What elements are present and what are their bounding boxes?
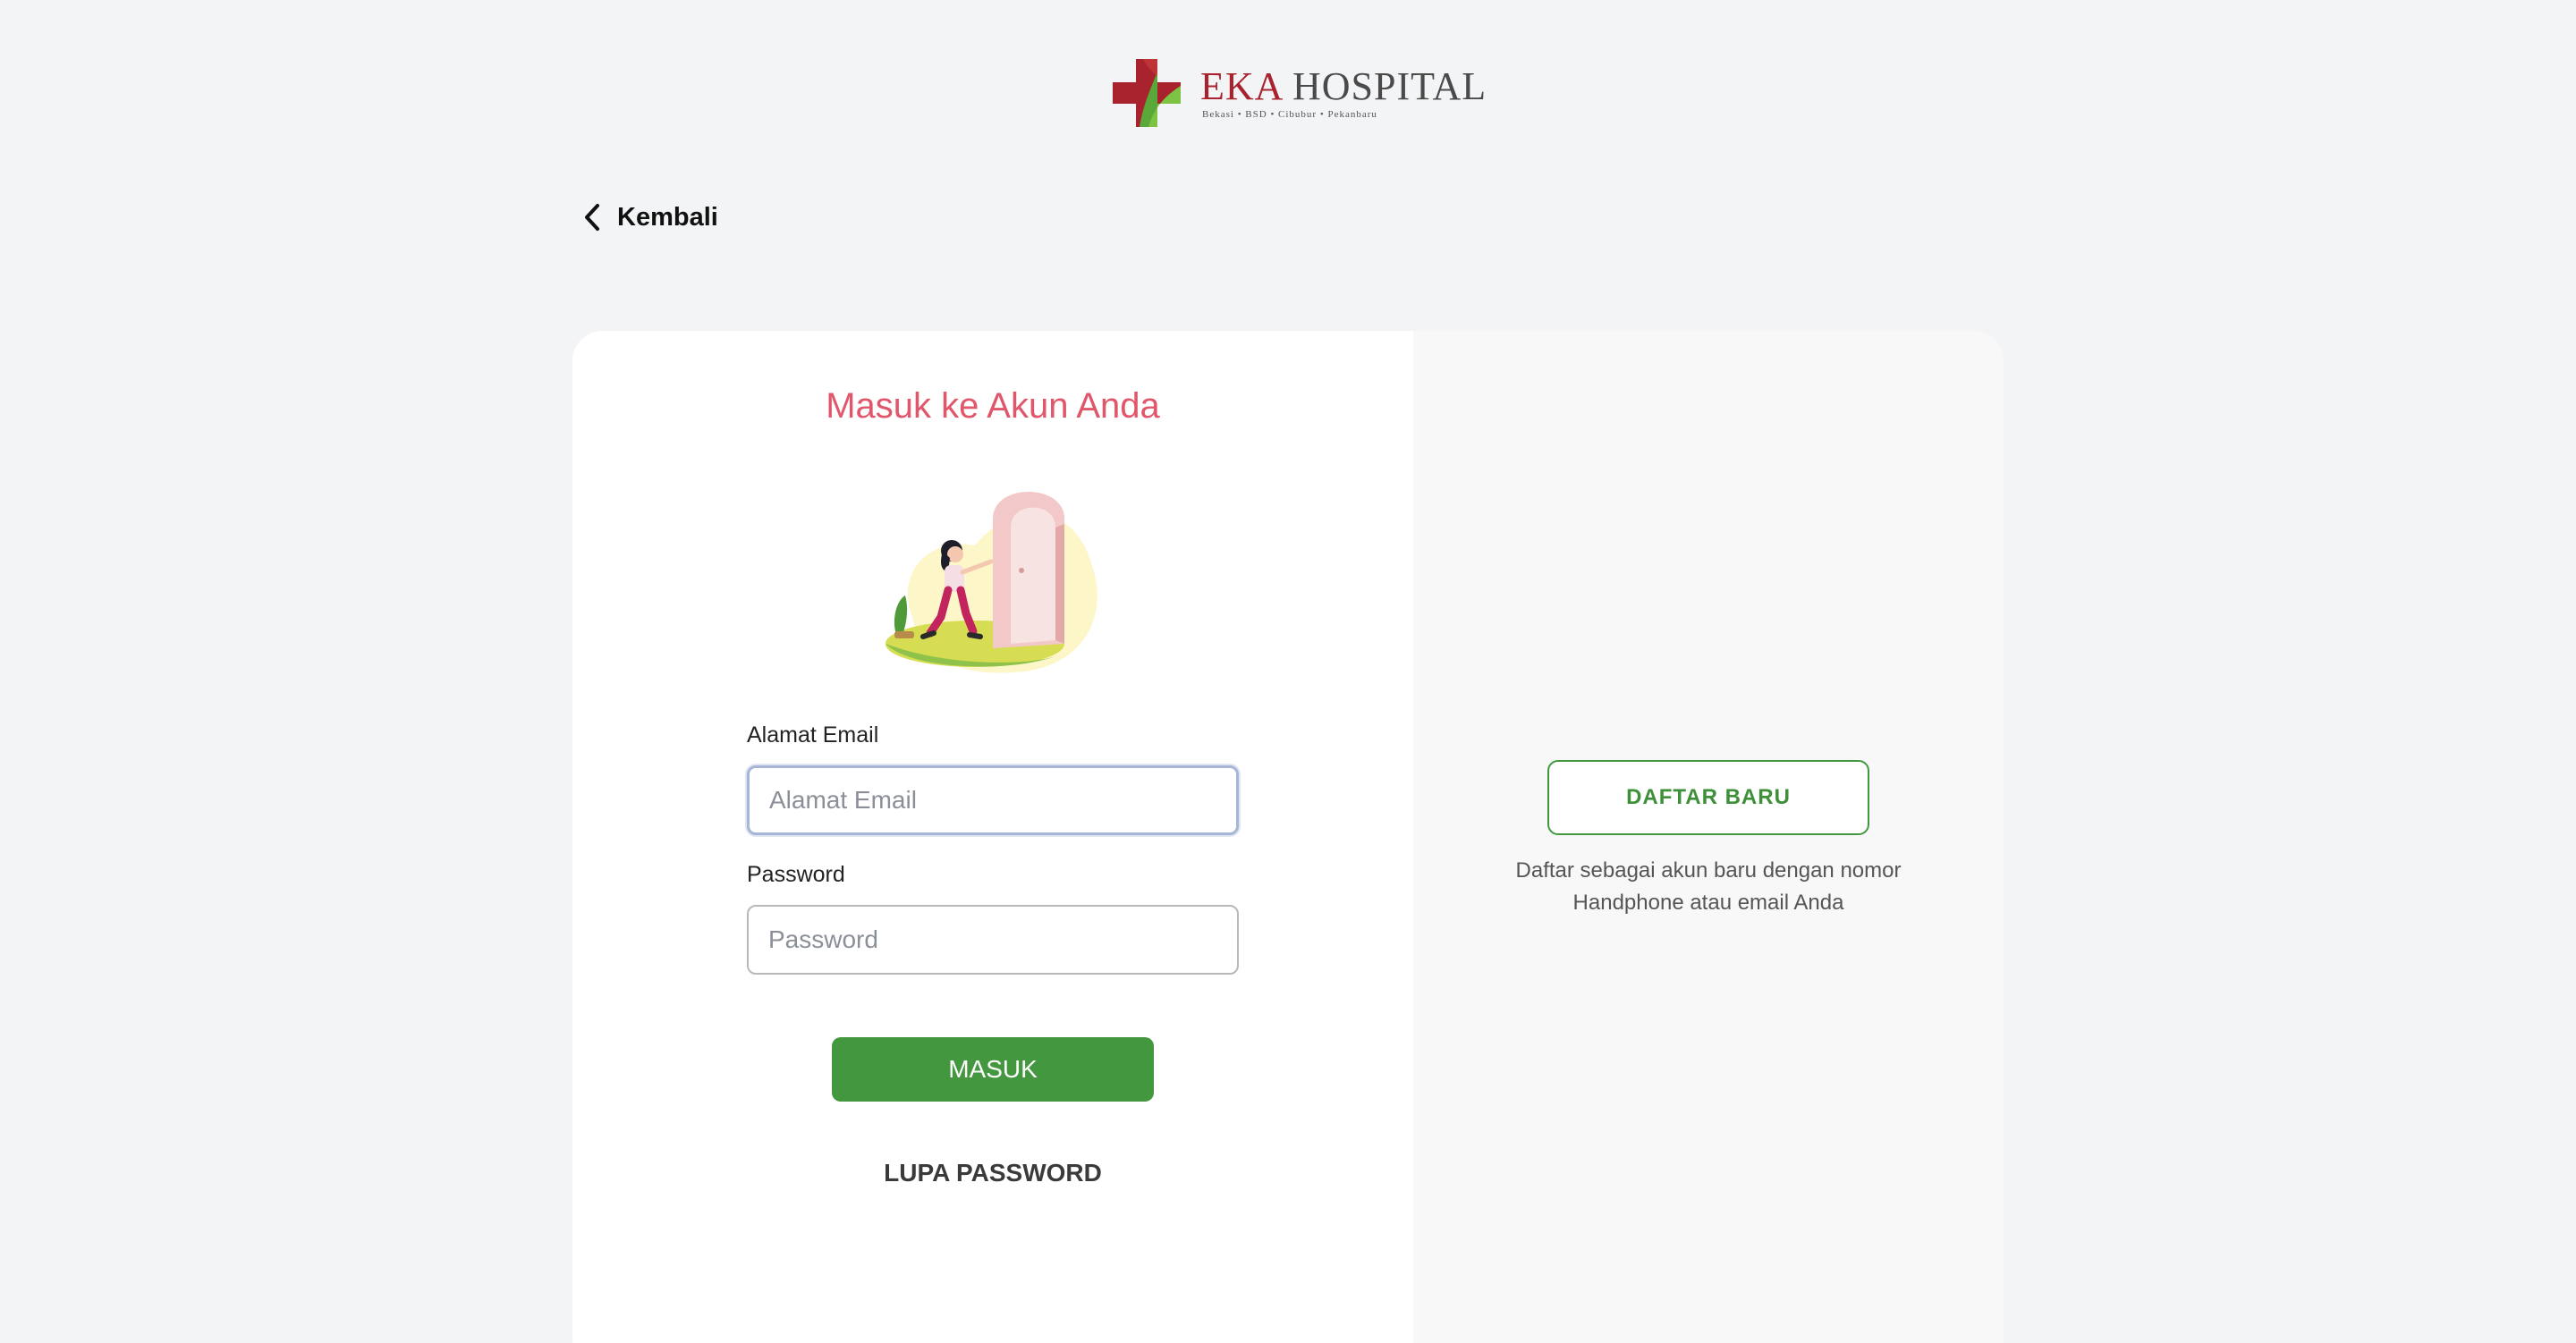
logo-tagline: Bekasi • BSD • Cibubur • Pekanbaru (1202, 109, 1377, 120)
back-link[interactable]: Kembali (581, 202, 718, 232)
login-panel: Masuk ke Akun Anda Alamat Email Alamat E… (572, 331, 1413, 1343)
register-description: Daftar sebagai akun baru dengan nomor Ha… (1515, 858, 1902, 915)
back-label: Kembali (617, 202, 718, 232)
auth-card: Masuk ke Akun Anda Alamat Email Alamat E… (572, 331, 2004, 1343)
person-opening-door-illustration (886, 492, 1097, 673)
email-label: Alamat Email (747, 722, 879, 748)
logo-name-hospital: HOSPITAL (1292, 64, 1487, 108)
password-input[interactable] (747, 905, 1239, 975)
register-button[interactable]: DAFTAR BARU (1547, 760, 1869, 835)
logo-name-eka: EKA (1200, 64, 1282, 108)
password-label: Password (747, 862, 845, 887)
logo-wordmark: EKA HOSPITAL (1200, 66, 1487, 107)
page: EKA HOSPITAL Bekasi • BSD • Cibubur • Pe… (0, 0, 2576, 1343)
medical-cross-icon (1113, 59, 1181, 127)
email-input[interactable] (747, 765, 1239, 835)
login-button[interactable]: MASUK (832, 1037, 1154, 1102)
chevron-left-icon (585, 204, 599, 231)
login-title: Masuk ke Akun Anda (826, 386, 1160, 426)
forgot-password-link[interactable]: LUPA PASSWORD (572, 1159, 1413, 1187)
eka-hospital-logo[interactable]: EKA HOSPITAL Bekasi • BSD • Cibubur • Pe… (1113, 57, 1486, 129)
register-panel: DAFTAR BARU Daftar sebagai akun baru den… (1413, 331, 2004, 1343)
